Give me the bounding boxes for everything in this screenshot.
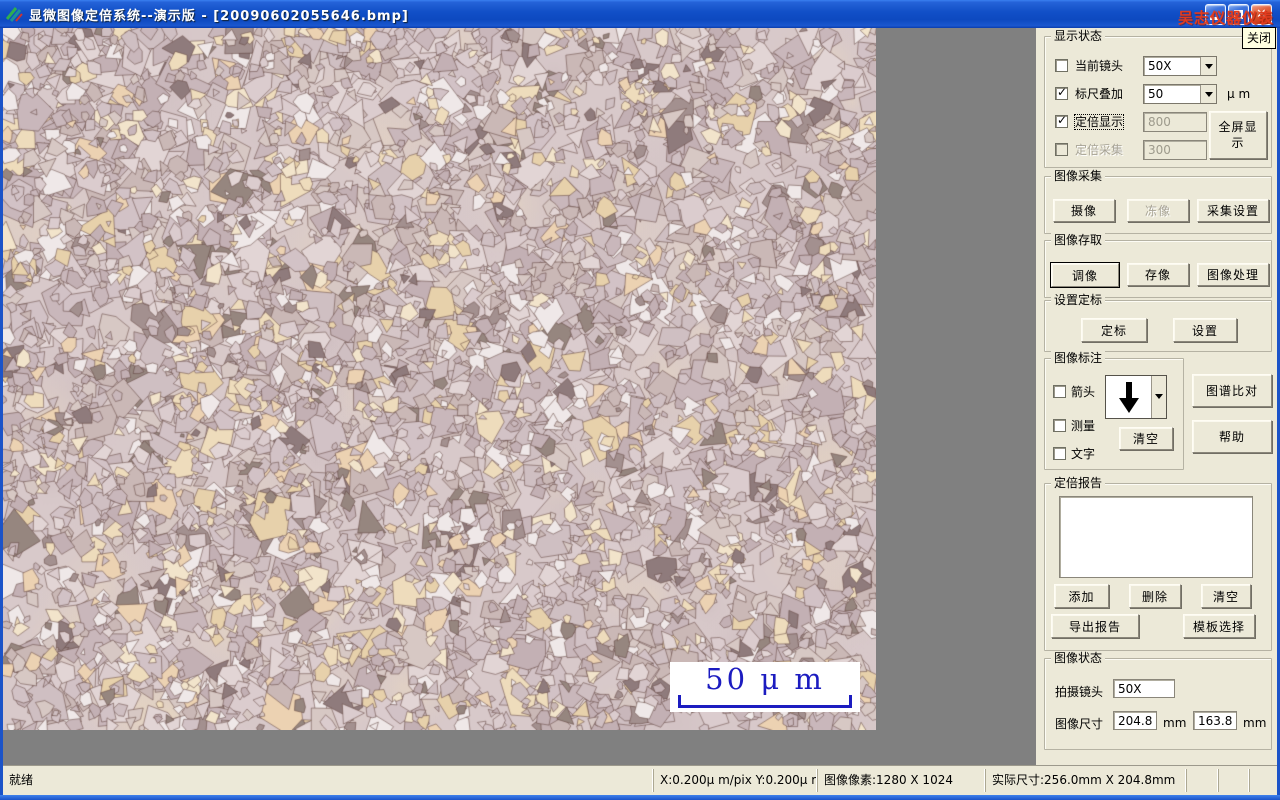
image-width-input[interactable] bbox=[1113, 711, 1157, 730]
image-height-unit: mm bbox=[1243, 716, 1267, 730]
report-listbox[interactable] bbox=[1059, 496, 1253, 578]
fixed-display-checkbox[interactable] bbox=[1055, 113, 1068, 128]
micrograph-image[interactable] bbox=[3, 28, 876, 730]
fixed-display-label: 定倍显示 bbox=[1073, 114, 1125, 130]
load-image-button[interactable]: 调像 bbox=[1050, 262, 1120, 288]
group-image-capture-title: 图像采集 bbox=[1051, 169, 1106, 183]
calibrate-button[interactable]: 定标 bbox=[1081, 318, 1147, 342]
arrow-down-icon bbox=[1118, 382, 1139, 413]
window-border-bottom bbox=[0, 795, 1280, 800]
group-annotation-title: 图像标注 bbox=[1051, 351, 1106, 365]
measure-checkbox-label: 测量 bbox=[1071, 419, 1096, 433]
image-size-label: 图像尺寸 bbox=[1055, 717, 1104, 731]
group-image-storage: 图像存取 调像 存像 图像处理 bbox=[1044, 233, 1272, 298]
scalebar-label: 50 μ m bbox=[705, 662, 825, 696]
capture-settings-button[interactable]: 采集设置 bbox=[1197, 199, 1269, 222]
image-width-unit: mm bbox=[1163, 716, 1187, 730]
report-template-button[interactable]: 模板选择 bbox=[1183, 614, 1255, 638]
current-lens-combo[interactable]: 50X bbox=[1143, 56, 1217, 76]
fixed-capture-label: 定倍采集 bbox=[1075, 143, 1124, 157]
scale-overlay-dropdown-button[interactable] bbox=[1200, 85, 1216, 103]
image-process-button[interactable]: 图像处理 bbox=[1197, 263, 1269, 286]
close-tooltip: 关闭 bbox=[1242, 27, 1277, 49]
client-area: 50 μ m 显示状态 当前镜头 50X 标尺叠加 50 μ m bbox=[3, 28, 1277, 765]
report-add-button[interactable]: 添加 bbox=[1054, 584, 1109, 608]
restore-button[interactable] bbox=[1228, 4, 1249, 25]
lens-label: 拍摄镜头 bbox=[1055, 685, 1104, 699]
arrow-checkbox-label: 箭头 bbox=[1071, 385, 1096, 399]
current-lens-label: 当前镜头 bbox=[1075, 59, 1124, 73]
group-report-title: 定倍报告 bbox=[1051, 476, 1106, 490]
restore-icon bbox=[1234, 10, 1243, 19]
statusbar: 就绪 X:0.200μ m/pix Y:0.200μ m/pix 图像像素:12… bbox=[3, 765, 1277, 795]
group-image-status-title: 图像状态 bbox=[1051, 651, 1106, 665]
group-display-status-title: 显示状态 bbox=[1051, 29, 1106, 43]
dropdown-arrow-icon bbox=[1205, 92, 1213, 97]
report-export-button[interactable]: 导出报告 bbox=[1051, 614, 1139, 638]
scale-overlay-unit: μ m bbox=[1227, 87, 1251, 101]
report-clear-button[interactable]: 清空 bbox=[1201, 584, 1251, 608]
status-ready: 就绪 bbox=[9, 773, 34, 787]
atlas-compare-button[interactable]: 图谱比对 bbox=[1192, 374, 1272, 407]
current-lens-checkbox[interactable] bbox=[1055, 59, 1068, 72]
application-window: { "window": { "title": "显微图像定倍系统--演示版 - … bbox=[0, 0, 1280, 800]
scalebar-line bbox=[678, 695, 852, 708]
minimize-button[interactable] bbox=[1205, 4, 1226, 25]
close-icon: ✕ bbox=[1256, 7, 1267, 22]
scalebar-overlay: 50 μ m bbox=[670, 662, 860, 712]
dropdown-arrow-icon bbox=[1205, 64, 1213, 69]
fullscreen-button[interactable]: 全屏显示 bbox=[1209, 111, 1267, 159]
dropdown-arrow-icon bbox=[1155, 394, 1163, 399]
arrow-checkbox[interactable] bbox=[1053, 385, 1066, 398]
group-image-capture: 图像采集 摄像 冻像 采集设置 bbox=[1044, 169, 1272, 234]
current-lens-value: 50X bbox=[1148, 59, 1172, 73]
app-logo-icon bbox=[6, 7, 23, 22]
calibration-settings-button[interactable]: 设置 bbox=[1173, 318, 1237, 342]
scalebar-tick-right bbox=[849, 695, 852, 708]
status-resolution: X:0.200μ m/pix Y:0.200μ m/pix bbox=[653, 769, 817, 792]
freeze-button: 冻像 bbox=[1127, 199, 1189, 222]
arrow-style-preview bbox=[1106, 376, 1151, 418]
scalebar-tick-left bbox=[678, 695, 681, 708]
text-checkbox[interactable] bbox=[1053, 447, 1066, 460]
status-pixels: 图像像素:1280 X 1024 bbox=[817, 769, 985, 792]
arrow-style-combo[interactable] bbox=[1105, 375, 1167, 419]
window-title: 显微图像定倍系统--演示版 - [20090602055646.bmp] bbox=[29, 8, 409, 24]
report-delete-button[interactable]: 删除 bbox=[1129, 584, 1181, 608]
group-image-status: 图像状态 拍摄镜头 图像尺寸 mm mm bbox=[1044, 651, 1272, 750]
window-border-left bbox=[0, 28, 3, 800]
status-actual-size: 实际尺寸:256.0mm X 204.8mm bbox=[985, 769, 1183, 792]
annotation-clear-button[interactable]: 清空 bbox=[1119, 427, 1173, 450]
status-empty-2 bbox=[1218, 769, 1247, 792]
fixed-display-input bbox=[1143, 112, 1207, 132]
scale-overlay-combo[interactable]: 50 bbox=[1143, 84, 1217, 104]
lens-value-input[interactable] bbox=[1113, 679, 1175, 698]
fixed-capture-checkbox bbox=[1055, 143, 1068, 156]
status-empty-1 bbox=[1186, 769, 1216, 792]
micrograph-viewport[interactable]: 50 μ m bbox=[3, 28, 876, 730]
image-height-input[interactable] bbox=[1193, 711, 1237, 730]
group-annotation: 图像标注 箭头 测量 清空 文字 bbox=[1044, 351, 1184, 470]
help-button[interactable]: 帮助 bbox=[1192, 420, 1272, 453]
titlebar: 显微图像定倍系统--演示版 - [20090602055646.bmp] ✕ bbox=[0, 0, 1280, 28]
save-image-button[interactable]: 存像 bbox=[1127, 263, 1189, 286]
group-calibration: 设置定标 定标 设置 bbox=[1044, 293, 1272, 352]
status-empty-3 bbox=[1249, 769, 1277, 792]
arrow-style-dropdown-button[interactable] bbox=[1151, 376, 1166, 418]
scale-overlay-checkbox[interactable] bbox=[1055, 85, 1068, 100]
group-calibration-title: 设置定标 bbox=[1051, 293, 1106, 307]
scale-overlay-value: 50 bbox=[1148, 87, 1164, 101]
measure-checkbox[interactable] bbox=[1053, 419, 1066, 432]
current-lens-dropdown-button[interactable] bbox=[1200, 57, 1216, 75]
minimize-icon bbox=[1210, 17, 1218, 20]
close-button[interactable]: ✕ bbox=[1251, 4, 1272, 25]
group-display-status: 显示状态 当前镜头 50X 标尺叠加 50 μ m 定倍显示 定倍采集 全屏显示 bbox=[1044, 29, 1272, 168]
scale-overlay-label: 标尺叠加 bbox=[1075, 87, 1124, 101]
group-image-storage-title: 图像存取 bbox=[1051, 233, 1106, 247]
control-panel: 显示状态 当前镜头 50X 标尺叠加 50 μ m 定倍显示 定倍采集 全屏显示 bbox=[1036, 28, 1277, 765]
capture-button[interactable]: 摄像 bbox=[1053, 199, 1115, 222]
fixed-capture-input bbox=[1143, 140, 1207, 160]
group-report: 定倍报告 添加 删除 清空 导出报告 模板选择 bbox=[1044, 476, 1272, 651]
text-checkbox-label: 文字 bbox=[1071, 447, 1096, 461]
